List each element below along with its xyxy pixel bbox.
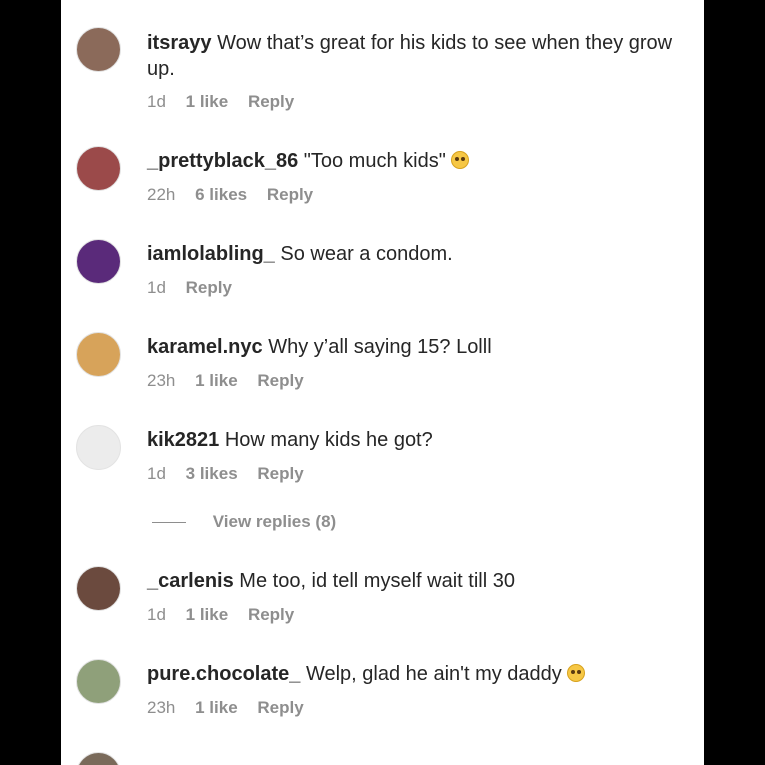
comment-meta: 23h 1 like Reply — [147, 698, 319, 718]
thinking-face-emoji-icon — [451, 151, 470, 169]
avatar[interactable] — [76, 239, 121, 284]
comment-text: karamel.nyc Why y’all saying 15? Lolll — [147, 334, 687, 360]
avatar[interactable] — [76, 146, 121, 191]
comment-meta: 23h 1 like Reply — [147, 371, 319, 391]
comment-time: 1d — [147, 605, 166, 624]
reply-button[interactable]: Reply — [248, 605, 294, 624]
comment-likes[interactable]: 1 like — [186, 605, 229, 624]
comment-username[interactable]: iamlolabling_ — [147, 243, 275, 265]
comment-time: 22h — [147, 185, 176, 204]
comment-meta: 1d 1 like Reply — [147, 605, 309, 625]
view-replies-button[interactable]: View replies (8) — [152, 512, 336, 532]
avatar[interactable] — [76, 27, 121, 72]
comment-body: "Too much kids" — [303, 150, 446, 172]
comment-text: pure.chocolate_ Welp, glad he ain't my d… — [147, 661, 687, 687]
reply-button[interactable]: Reply — [257, 698, 303, 717]
comment-likes[interactable]: 1 like — [186, 92, 229, 111]
avatar[interactable] — [76, 332, 121, 377]
comment-username[interactable]: _prettyblack_86 — [147, 150, 298, 172]
reply-button[interactable]: Reply — [248, 92, 294, 111]
view-replies-label: View replies (8) — [212, 512, 337, 531]
comment-body: How many kids he got? — [224, 429, 433, 451]
reply-button[interactable]: Reply — [267, 185, 313, 204]
comment-likes[interactable]: 1 like — [195, 698, 238, 717]
avatar[interactable] — [76, 752, 121, 765]
comment-body: Why y’all saying 15? Lolll — [268, 336, 492, 358]
reply-button[interactable]: Reply — [257, 464, 303, 483]
comment-text: iamlolabling_ So wear a condom. — [147, 241, 687, 267]
comment-body: So wear a condom. — [280, 243, 453, 265]
comment-likes[interactable]: 3 likes — [186, 464, 238, 483]
comment-time: 1d — [147, 92, 166, 111]
comment-meta: 22h 6 likes Reply — [147, 185, 328, 205]
comments-panel: itsrayy Wow that’s great for his kids to… — [61, 0, 704, 765]
comment-body: Welp, glad he ain't my daddy — [305, 663, 562, 685]
comment-text: _prettyblack_86 "Too much kids" — [147, 148, 687, 174]
comment-body: Wow that’s great for his kids to see whe… — [147, 32, 673, 80]
avatar[interactable] — [76, 659, 121, 704]
comment-text: kik2821 How many kids he got? — [147, 427, 687, 453]
avatar[interactable] — [76, 425, 121, 470]
comment-text: itsrayy Wow that’s great for his kids to… — [147, 30, 687, 82]
comment-time: 23h — [147, 371, 176, 390]
comment-time: 23h — [147, 698, 176, 717]
divider-line — [152, 522, 186, 524]
comment-username[interactable]: karamel.nyc — [147, 336, 263, 358]
comment-username[interactable]: itsrayy — [147, 32, 212, 54]
reply-button[interactable]: Reply — [257, 371, 303, 390]
flushed-face-emoji-icon — [567, 664, 586, 682]
comment-username[interactable]: kik2821 — [147, 429, 219, 451]
comment-body: Me too, id tell myself wait till 30 — [239, 570, 515, 592]
comment-likes[interactable]: 1 like — [195, 371, 238, 390]
comment-text: _carlenis Me too, id tell myself wait ti… — [147, 568, 687, 594]
avatar[interactable] — [76, 566, 121, 611]
comment-meta: 1d 3 likes Reply — [147, 464, 319, 484]
comment-meta: 1d Reply — [147, 278, 247, 298]
reply-button[interactable]: Reply — [186, 278, 232, 297]
comment-username[interactable]: pure.chocolate_ — [147, 663, 300, 685]
comment-username[interactable]: _carlenis — [147, 570, 234, 592]
comment-time: 1d — [147, 464, 166, 483]
comment-time: 1d — [147, 278, 166, 297]
comment-meta: 1d 1 like Reply — [147, 92, 309, 112]
comment-likes[interactable]: 6 likes — [195, 185, 247, 204]
